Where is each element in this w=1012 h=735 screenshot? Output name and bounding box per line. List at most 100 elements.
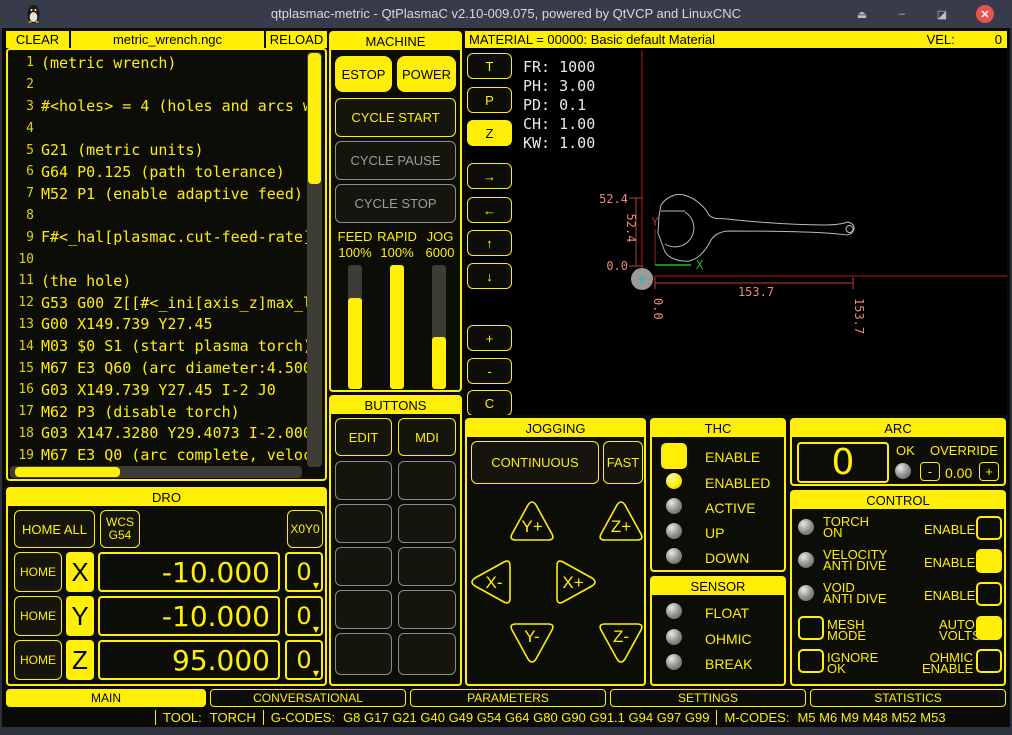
gcode-line[interactable]: 7M52 P1 (enable adaptive feed): [10, 183, 308, 205]
gcode-viewer[interactable]: 1(metric wrench) 2 3#<holes> = 4 (holes …: [6, 48, 327, 481]
home-all-button[interactable]: HOME ALL: [14, 510, 95, 548]
user-button-slot[interactable]: [398, 633, 456, 675]
gcode-line[interactable]: 13G00 X149.739 Y27.45: [10, 314, 308, 336]
gcode-line[interactable]: 5G21 (metric units): [10, 139, 308, 161]
gcode-preview-canvas[interactable]: 52.4 52.4 0.0 153.7 0.0 153.7 Y X: [465, 48, 1007, 415]
mesh-mode-checkbox[interactable]: [798, 616, 824, 640]
view-perspective-button[interactable]: P: [467, 87, 512, 113]
view-z-button[interactable]: Z: [467, 120, 512, 146]
jog-y-plus-button[interactable]: Y+: [509, 498, 555, 544]
jog-x-minus-button[interactable]: X-: [468, 559, 514, 605]
gcode-vertical-scrollbar[interactable]: [307, 52, 322, 467]
ignore-ok-checkbox[interactable]: [798, 649, 824, 673]
gcode-line[interactable]: 18G03 X147.3280 Y29.4073 I-2.000: [10, 423, 308, 445]
auto-volts-checkbox[interactable]: [976, 616, 1002, 640]
material-bar[interactable]: MATERIAL = 00000: Basic default Material…: [465, 31, 1007, 48]
arc-override-minus-button[interactable]: -: [920, 462, 940, 481]
view-top-button[interactable]: T: [467, 53, 512, 79]
dim-y-length: 52.4: [624, 214, 638, 243]
gcode-line[interactable]: 19M67 E3 Q0 (arc complete, veloc: [10, 444, 308, 466]
gcode-line[interactable]: 17M62 P3 (disable torch): [10, 401, 308, 423]
wcs-button[interactable]: WCSG54: [100, 510, 140, 548]
gcode-line[interactable]: 14M03 $0 S1 (start plasma torch): [10, 335, 308, 357]
jog-z-minus-button[interactable]: Z-: [598, 620, 644, 666]
home-x-button[interactable]: HOME: [14, 552, 62, 592]
tab-conversational[interactable]: CONVERSATIONAL: [210, 689, 406, 707]
loaded-file-name[interactable]: metric_wrench.ngc: [71, 31, 264, 48]
clear-button[interactable]: CLEAR: [6, 31, 69, 48]
zoom-in-button[interactable]: +: [467, 325, 512, 351]
user-button-slot[interactable]: [335, 633, 392, 675]
power-button[interactable]: POWER: [397, 56, 456, 92]
clear-view-button[interactable]: C: [467, 390, 512, 415]
edit-button[interactable]: EDIT: [335, 418, 392, 456]
jog-y-minus-button[interactable]: Y-: [509, 620, 555, 666]
zero-z-dropdown[interactable]: 0▼: [285, 640, 323, 680]
gcode-line[interactable]: 16G03 X149.739 Y27.45 I-2 J0: [10, 379, 308, 401]
torch-enable-checkbox[interactable]: [976, 516, 1002, 540]
estop-button[interactable]: ESTOP: [335, 56, 392, 92]
mdi-button[interactable]: MDI: [398, 418, 456, 456]
gcode-line[interactable]: 15M67 E3 Q60 (arc diameter:4.500: [10, 357, 308, 379]
tab-parameters[interactable]: PARAMETERS: [410, 689, 606, 707]
minimize-icon[interactable]: –: [894, 6, 910, 22]
home-z-button[interactable]: HOME: [14, 640, 62, 680]
zero-y-dropdown[interactable]: 0▼: [285, 596, 323, 636]
cycle-stop-button[interactable]: CYCLE STOP: [335, 184, 456, 223]
gcode-line[interactable]: 3#<holes> = 4 (holes and arcs w: [10, 96, 308, 118]
gcode-line[interactable]: 12G53 G00 Z[[#<_ini[axis_z]max_l: [10, 292, 308, 314]
shade-icon[interactable]: ⏏: [854, 6, 870, 22]
void-enable-checkbox[interactable]: [976, 582, 1002, 606]
feed-override-slider[interactable]: [348, 265, 362, 389]
close-icon[interactable]: ✕: [976, 5, 994, 23]
gcode-line[interactable]: 4: [10, 117, 308, 139]
mcodes-value: M5 M6 M9 M48 M52 M53: [797, 710, 945, 725]
jog-x-plus-button[interactable]: X+: [553, 559, 599, 605]
pan-right-button[interactable]: →: [467, 163, 512, 189]
titlebar[interactable]: qtplasmac-metric - QtPlasmaC v2.10-009.0…: [0, 0, 1012, 28]
thc-enable-checkbox[interactable]: [661, 443, 687, 469]
user-button-slot[interactable]: [335, 547, 392, 586]
tab-statistics[interactable]: STATISTICS: [810, 689, 1006, 707]
reload-button[interactable]: RELOAD: [266, 31, 327, 48]
horizontal-scroll-thumb[interactable]: [15, 467, 120, 477]
velocity-enable-checkbox[interactable]: [976, 549, 1002, 573]
jog-continuous-button[interactable]: CONTINUOUS: [471, 441, 599, 484]
rapid-override-slider[interactable]: [390, 265, 404, 389]
zoom-out-button[interactable]: -: [467, 358, 512, 384]
gcode-line[interactable]: 2: [10, 74, 308, 96]
jog-speed-slider[interactable]: [432, 265, 446, 389]
user-button-slot[interactable]: [335, 590, 392, 629]
gcode-line[interactable]: 11(the hole): [10, 270, 308, 292]
pan-down-button[interactable]: ↓: [467, 263, 512, 289]
tab-settings[interactable]: SETTINGS: [610, 689, 806, 707]
cycle-pause-button[interactable]: CYCLE PAUSE: [335, 141, 456, 180]
cycle-start-button[interactable]: CYCLE START: [335, 98, 456, 137]
home-y-button[interactable]: HOME: [14, 596, 62, 636]
gcode-line[interactable]: 6G64 P0.125 (path tolerance): [10, 161, 308, 183]
user-button-slot[interactable]: [398, 461, 456, 500]
gcode-lines[interactable]: 1(metric wrench) 2 3#<holes> = 4 (holes …: [10, 52, 308, 467]
user-button-slot[interactable]: [398, 504, 456, 543]
vertical-scroll-thumb[interactable]: [308, 53, 321, 184]
pan-up-button[interactable]: ↑: [467, 230, 512, 256]
gcode-horizontal-scrollbar[interactable]: [10, 466, 302, 478]
restore-icon[interactable]: ◪: [934, 6, 950, 22]
user-button-slot[interactable]: [335, 504, 392, 543]
jog-z-plus-button[interactable]: Z+: [598, 498, 644, 544]
ohmic-enable-checkbox[interactable]: [976, 649, 1002, 673]
zero-x-dropdown[interactable]: 0▼: [285, 552, 323, 592]
user-button-slot[interactable]: [398, 590, 456, 629]
gcode-line[interactable]: 10: [10, 248, 308, 270]
gcode-line[interactable]: 8: [10, 205, 308, 227]
user-button-slot[interactable]: [398, 547, 456, 586]
tab-main[interactable]: MAIN: [6, 689, 206, 707]
gcode-line[interactable]: 9F#<_hal[plasmac.cut-feed-rate]: [10, 226, 308, 248]
pan-left-button[interactable]: ←: [467, 197, 512, 223]
user-button-slot[interactable]: [335, 461, 392, 500]
gcode-line[interactable]: 1(metric wrench): [10, 52, 308, 74]
x0y0-button[interactable]: X0Y0: [287, 510, 323, 548]
arc-override-plus-button[interactable]: +: [979, 462, 999, 481]
arc-override-value: 0.00: [945, 465, 972, 481]
jog-fast-button[interactable]: FAST: [603, 441, 643, 484]
